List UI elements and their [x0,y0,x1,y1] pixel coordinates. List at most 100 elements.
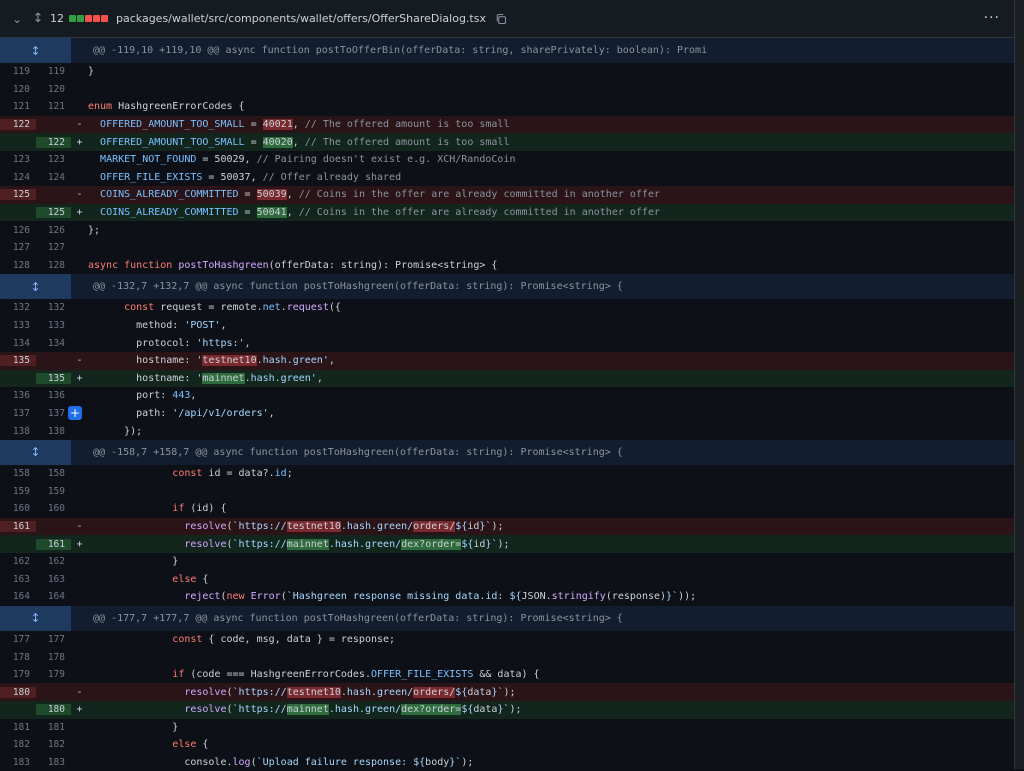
new-line-number[interactable]: 125 [36,207,71,219]
code-token: , [328,355,335,367]
new-line-number[interactable]: 180 [36,704,71,716]
code-token: // Offer already shared [262,171,402,183]
add-comment-button[interactable]: + [68,406,82,421]
diffstat-block [85,15,92,22]
old-line-number[interactable]: 164 [0,591,36,602]
new-line-number[interactable]: 158 [36,468,71,479]
new-line-number[interactable]: 119 [36,66,71,77]
chevron-down-icon[interactable]: ⌄ [6,12,28,26]
deleted-line: 125 - COINS_ALREADY_COMMITTED = 50039, //… [0,186,1014,204]
new-line-number[interactable]: 181 [36,722,71,733]
code-token: testnet10 [202,355,257,367]
old-line-number[interactable]: 181 [0,722,36,733]
code-line: const request = remote.net.request({ [88,302,1014,313]
expand-hunk-button[interactable]: ↕ [0,605,71,631]
kebab-icon[interactable]: ··· [984,10,1000,26]
new-line-number[interactable]: 127 [36,242,71,253]
expand-hunk-button[interactable]: ↕ [0,439,71,465]
file-path[interactable]: packages/wallet/src/components/wallet/of… [116,12,486,25]
diff-marker: - [76,686,83,698]
old-line-number[interactable]: 127 [0,242,36,253]
copy-icon[interactable] [495,13,507,25]
expand-icon[interactable]: ↕ [28,11,48,26]
new-line-number[interactable]: 136 [36,390,71,401]
old-line-number[interactable]: 177 [0,634,36,645]
new-line-number[interactable]: 120 [36,84,71,95]
code-token: net [262,302,281,314]
old-line-number[interactable]: 163 [0,574,36,585]
code-token: (id) { [190,503,227,515]
code-token: }` [479,520,492,532]
new-line-number[interactable]: 161 [36,538,71,550]
new-line-number[interactable]: 179 [36,669,71,680]
diff-marker: - [76,520,83,532]
new-line-number[interactable]: 123 [36,154,71,165]
new-line-number[interactable]: 162 [36,556,71,567]
expand-hunk-button[interactable]: ↕ [0,38,71,63]
code-token: `https:// [232,538,287,550]
expand-hunk-button[interactable]: ↕ [0,274,71,300]
old-line-number[interactable]: 179 [0,669,36,680]
new-line-number[interactable]: 126 [36,225,71,236]
new-line-number[interactable]: 122 [36,136,71,148]
old-line-number[interactable]: 135 [0,355,36,367]
scrollbar[interactable] [1014,0,1024,769]
old-line-number[interactable]: 136 [0,390,36,401]
old-line-number[interactable]: 133 [0,320,36,331]
code-token: 'POST' [184,320,221,332]
old-line-number[interactable]: 161 [0,520,36,532]
old-line-number[interactable]: 121 [0,101,36,112]
new-line-number[interactable]: 134 [36,338,71,349]
code-token: if [172,503,191,515]
new-line-number[interactable]: 135 [36,372,71,384]
old-line-number[interactable]: 160 [0,503,36,514]
old-line-number[interactable]: 137 [0,408,36,419]
old-line-number[interactable]: 119 [0,66,36,77]
old-line-number[interactable]: 134 [0,338,36,349]
old-line-number[interactable]: 183 [0,757,36,768]
old-line-number[interactable]: 122 [0,119,36,131]
code-token: method: [88,320,185,332]
old-line-number[interactable]: 162 [0,556,36,567]
old-line-number[interactable]: 125 [0,189,36,201]
new-line-number[interactable]: 128 [36,260,71,271]
new-line-number[interactable]: 159 [36,486,71,497]
old-line-number[interactable]: 132 [0,302,36,313]
new-line-number[interactable]: 183 [36,757,71,768]
new-line-number[interactable]: 137 [36,408,71,419]
old-line-number[interactable]: 180 [0,686,36,698]
new-line-number[interactable]: 133 [36,320,71,331]
new-line-number[interactable]: 163 [36,574,71,585]
new-line-number[interactable]: 177 [36,634,71,645]
context-line: 123 123 MARKET_NOT_FOUND = 50029, // Pair… [0,151,1014,169]
code-token: ${ [455,520,468,532]
context-line: 182 182 else { [0,736,1014,754]
code-line: enum HashgreenErrorCodes { [88,101,1014,112]
old-line-number[interactable]: 123 [0,154,36,165]
new-line-number[interactable]: 138 [36,426,71,437]
new-line-number[interactable]: 182 [36,739,71,750]
old-line-number[interactable]: 182 [0,739,36,750]
new-line-number[interactable]: 178 [36,652,71,663]
new-line-number[interactable]: 121 [36,101,71,112]
file-header: ⌄ ↕ 12 packages/wallet/src/components/wa… [0,0,1014,38]
code-line: if (code === HashgreenErrorCodes.OFFER_F… [88,669,1014,680]
old-line-number[interactable]: 178 [0,652,36,663]
code-token: // The offered amount is too small [304,119,510,131]
new-line-number[interactable]: 124 [36,172,71,183]
new-line-number[interactable]: 160 [36,503,71,514]
old-line-number[interactable]: 124 [0,172,36,183]
code-token: resolve [184,538,227,550]
hunk-header-text: @@ -119,10 +119,10 @@ async function pos… [71,38,1014,63]
new-line-number[interactable]: 132 [36,302,71,313]
old-line-number[interactable]: 128 [0,260,36,271]
old-line-number[interactable]: 126 [0,225,36,236]
added-line: 125 + COINS_ALREADY_COMMITTED = 50041, //… [0,203,1014,222]
old-line-number[interactable]: 138 [0,426,36,437]
new-line-number[interactable]: 164 [36,591,71,602]
old-line-number[interactable]: 158 [0,468,36,479]
added-line: 135 + hostname: 'mainnet.hash.green', [0,369,1014,388]
old-line-number[interactable]: 159 [0,486,36,497]
old-line-number[interactable]: 120 [0,84,36,95]
